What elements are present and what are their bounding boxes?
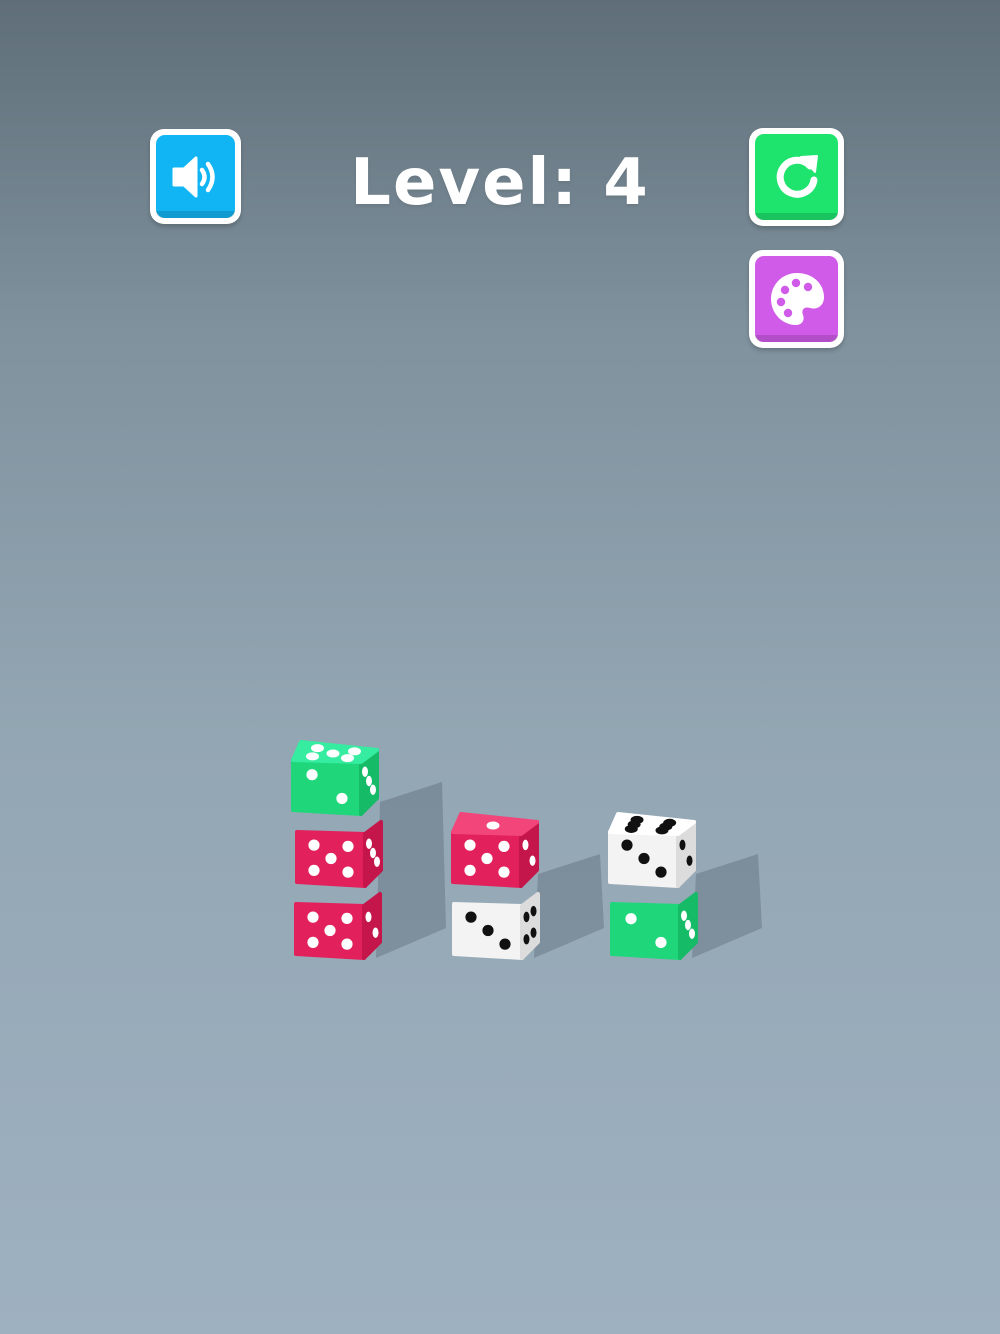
die-pip <box>307 911 319 923</box>
die-pip <box>655 826 669 835</box>
die-white[interactable] <box>608 812 696 888</box>
die-pip <box>370 784 376 795</box>
die-pip <box>372 927 379 938</box>
die-front-face <box>610 902 682 960</box>
die-pip <box>336 792 348 805</box>
palette-button-face <box>755 256 838 342</box>
die-pip <box>530 905 537 917</box>
die-pip <box>348 747 361 756</box>
die-red[interactable] <box>451 812 539 888</box>
die-pip <box>499 938 511 950</box>
die-pip <box>365 911 372 923</box>
die-pip <box>308 864 320 876</box>
die-pip <box>482 924 494 937</box>
dice-stacks <box>291 740 698 960</box>
die-pip <box>655 936 667 949</box>
die-pip <box>342 840 354 852</box>
die-pip <box>624 824 638 833</box>
dice-stack-right[interactable] <box>608 812 698 960</box>
die-pip <box>342 866 354 878</box>
die-pip <box>465 911 477 923</box>
die-pip <box>341 912 353 924</box>
die-pip <box>366 838 372 849</box>
die-red[interactable] <box>295 820 383 888</box>
die-pip <box>522 839 529 851</box>
die-pip <box>523 934 530 945</box>
die-pip <box>341 938 353 950</box>
die-pip <box>311 744 324 753</box>
die-pip <box>530 927 537 938</box>
die-white[interactable] <box>452 892 540 960</box>
die-pip <box>625 913 637 925</box>
die-pip <box>481 852 493 865</box>
die-pip <box>498 866 510 878</box>
die-pip <box>366 775 372 787</box>
stack-shadow <box>692 854 762 958</box>
die-pip <box>638 852 650 865</box>
die-pip <box>486 821 500 830</box>
die-pip <box>326 749 340 758</box>
die-pip <box>686 855 693 866</box>
die-pip <box>464 839 476 851</box>
stack-shadow <box>376 782 446 958</box>
die-pip <box>362 766 368 777</box>
die-green[interactable] <box>291 740 379 816</box>
die-green[interactable] <box>610 892 698 960</box>
die-pip <box>681 910 687 921</box>
die-pip <box>341 754 354 763</box>
die-pip <box>689 928 695 939</box>
die-pip <box>306 752 319 761</box>
stack-shadows <box>376 782 762 958</box>
die-red[interactable] <box>294 892 382 960</box>
die-pip <box>306 769 318 781</box>
die-pip <box>308 839 320 851</box>
speaker-volume-icon <box>172 156 215 197</box>
die-pip <box>374 856 380 867</box>
die-top-face <box>608 812 696 836</box>
palette-icon <box>770 273 824 325</box>
die-pip <box>324 924 336 937</box>
restart-arrow-icon <box>776 155 818 198</box>
die-pip <box>685 919 691 931</box>
die-pip <box>464 864 476 876</box>
stack-shadow <box>534 854 604 958</box>
die-pip <box>655 866 667 878</box>
dice-stack-middle[interactable] <box>451 812 540 960</box>
die-pip <box>370 847 376 859</box>
die-pip <box>529 855 536 866</box>
die-pip <box>621 839 633 851</box>
dice-board <box>291 740 762 960</box>
die-pip <box>679 839 686 851</box>
die-pip <box>523 911 530 923</box>
die-pip <box>307 936 319 948</box>
die-front-face <box>291 758 363 816</box>
die-pip <box>498 840 510 852</box>
dice-stack-left[interactable] <box>291 740 383 960</box>
die-pip <box>325 852 337 865</box>
